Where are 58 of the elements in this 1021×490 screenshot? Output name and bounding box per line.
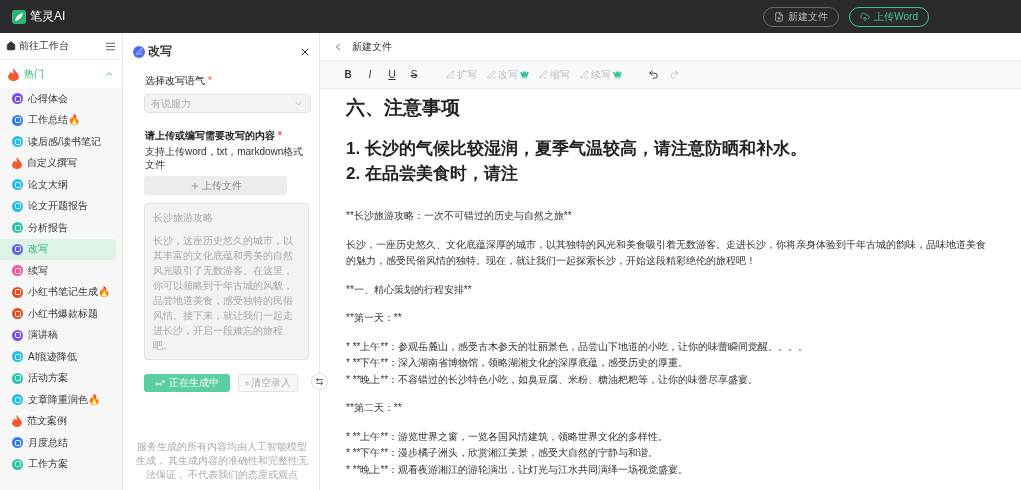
document-title: 新建文件: [352, 39, 392, 54]
flame-icon: [8, 67, 19, 81]
pen-icon: [539, 70, 548, 79]
sidebar-item[interactable]: 活动方案: [0, 367, 116, 389]
sidebar-item[interactable]: 范文案例: [0, 410, 116, 432]
body-text: * **上午**：游览世界之窗，一览各国风情建筑，领略世界文化的多样性。: [346, 429, 670, 444]
pen-icon: [487, 70, 496, 79]
sidebar-item[interactable]: 演讲稿: [0, 324, 116, 346]
body-text: * **下午**：漫步橘子洲头，欣赏湘江美景，感受大自然的宁静与和谐。: [346, 446, 660, 461]
list-item: 1. 长沙的气候比较湿润，夏季气温较高，请注意防晒和补水。: [346, 138, 808, 160]
cloud-upload-icon: [860, 11, 871, 22]
list-item: 2. 在品尝美食时，请注: [346, 162, 519, 185]
sidebar-item[interactable]: 论文大纲: [0, 174, 116, 196]
pen-icon: [580, 70, 589, 79]
body-text: * **上午**：参观岳麓山，感受古木参天的壮丽景色，品尝山下地道的小吃，让你的味蕾瞬间觉醒。。。。: [346, 339, 810, 354]
logo-text: 笔灵AI: [30, 8, 66, 25]
field-label: 选择改写语气 *: [145, 74, 213, 88]
sidebar-item[interactable]: 小红书爆款标题: [0, 303, 116, 325]
sidebar-item[interactable]: 自定义撰写: [0, 152, 116, 174]
body-text: **一、精心策划的行程安排**: [346, 282, 473, 297]
body-text: **第一天：**: [346, 311, 403, 326]
body-text: 长沙，一座历史悠久、文化底蕴深厚的城市，以其独特的风光和美食吸引着无数游客。走进长沙，你将亲身体验到千年古城的韵味，品味地道美食的魅力，感受民俗风情的独特。现在，就让我们一起探索长沙，开始这段精彩绝伦的旅程吧！: [346, 237, 987, 269]
menu-icon[interactable]: [105, 40, 116, 52]
upload-hint: 支持上传word，txt，markdown格式文件: [145, 145, 305, 171]
disclaimer-text: 服务生成的所有内容均由人工智能模型生成， 其生成内容的准确性和完整性无法保证， 不代表我们的态度或观点: [134, 440, 310, 482]
sidebar-item[interactable]: 读后感/读书笔记: [0, 131, 116, 153]
leaf-logo-icon: [12, 9, 26, 24]
file-plus-icon: [774, 11, 785, 22]
body-text: * **下午**：深入湖南省博物馆，领略湖湘文化的深厚底蕴，感受历史的厚重。: [346, 356, 690, 371]
pen-icon: [446, 70, 455, 79]
bold-button[interactable]: B: [342, 69, 354, 80]
italic-button[interactable]: I: [364, 69, 376, 80]
sidebar-item[interactable]: 小红书笔记生成🔥: [0, 281, 116, 303]
loading-dots-icon: [155, 380, 165, 386]
panel-title: 改写: [148, 43, 172, 60]
strike-button[interactable]: S: [408, 69, 420, 80]
body-text: **第二天：**: [346, 401, 403, 416]
sidebar-item[interactable]: 续写: [0, 260, 116, 282]
section-heading: 六、注意事项: [346, 96, 461, 120]
sidebar-item[interactable]: 心得体会: [0, 88, 116, 110]
body-text: * **晚上**：不容错过的长沙特色小吃，如臭豆腐、米粉、糖油粑粑等，让你的味蕾尽享盛宴。: [346, 372, 760, 387]
sidebar-item[interactable]: 工作方案: [0, 453, 116, 475]
sidebar-item[interactable]: AI痕迹降低: [0, 346, 116, 368]
sidebar-item[interactable]: 分析报告: [0, 217, 116, 239]
sidebar-item[interactable]: 论文开题报告: [0, 195, 116, 217]
body-text: **长沙旅游攻略：一次不可错过的历史与自然之旅**: [346, 209, 573, 224]
resize-handle[interactable]: [311, 373, 328, 390]
body-text: * **晚上**：观看夜游湘江的游轮演出，让灯光与江水共同演绎一场视觉盛宴。: [346, 462, 690, 477]
edit-icon: [133, 45, 145, 58]
section-label: 热门: [24, 67, 44, 81]
home-icon: [6, 41, 16, 51]
sidebar-item[interactable]: 工作总结🔥: [0, 109, 116, 131]
underline-button[interactable]: U: [386, 69, 398, 80]
field-label: 请上传或编写需要改写的内容 *: [145, 129, 283, 143]
undo-button[interactable]: [648, 69, 659, 80]
plus-icon: [189, 180, 200, 191]
sidebar-item[interactable]: 月度总结: [0, 432, 116, 454]
sidebar-item[interactable]: 文章降重润色🔥: [0, 389, 116, 411]
